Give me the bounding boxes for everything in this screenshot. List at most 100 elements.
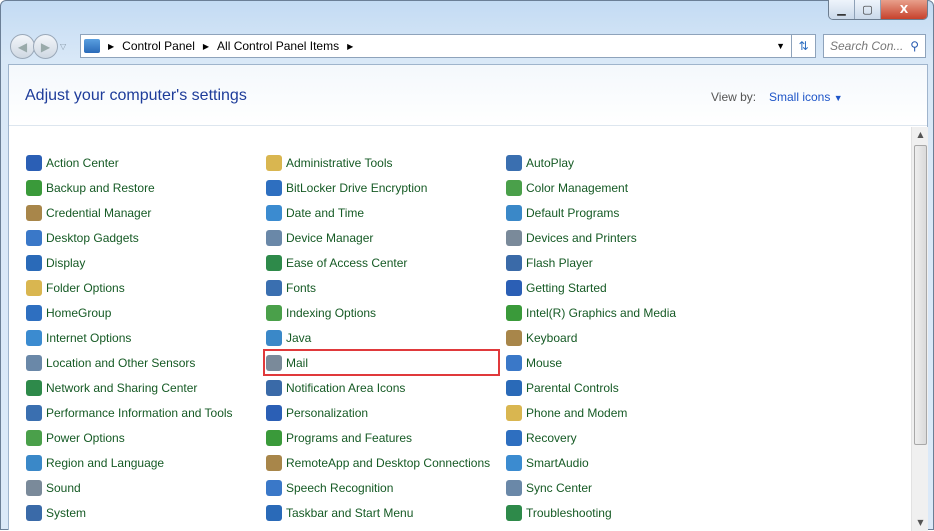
item-label: Intel(R) Graphics and Media <box>526 306 677 320</box>
minimize-button[interactable]: ▁ <box>829 0 855 19</box>
item-label: HomeGroup <box>46 306 112 320</box>
chevron-right-icon[interactable]: ▶ <box>347 42 353 51</box>
item-label: Network and Sharing Center <box>46 381 198 395</box>
flash-player-icon <box>506 255 522 271</box>
item-java[interactable]: Java <box>266 328 311 348</box>
item-administrative-tools[interactable]: Administrative Tools <box>266 153 393 173</box>
item-label: Device Manager <box>286 231 374 245</box>
close-button[interactable]: X <box>881 0 927 19</box>
folder-options-icon <box>26 280 42 296</box>
address-bar[interactable]: ▶ Control Panel ▶ All Control Panel Item… <box>80 34 792 58</box>
item-network-and-sharing-center[interactable]: Network and Sharing Center <box>26 378 197 398</box>
mouse-icon <box>506 355 522 371</box>
refresh-button[interactable]: ⇅ <box>792 34 816 58</box>
chevron-right-icon[interactable]: ▶ <box>203 42 209 51</box>
item-sync-center[interactable]: Sync Center <box>506 478 592 498</box>
item-intel-r-graphics-and-media[interactable]: Intel(R) Graphics and Media <box>506 303 676 323</box>
item-speech-recognition[interactable]: Speech Recognition <box>266 478 393 498</box>
item-desktop-gadgets[interactable]: Desktop Gadgets <box>26 228 139 248</box>
item-label: Parental Controls <box>526 381 619 395</box>
item-personalization[interactable]: Personalization <box>266 403 368 423</box>
troubleshooting-icon <box>506 505 522 521</box>
system-icon <box>26 505 42 521</box>
vertical-scrollbar[interactable]: ▲ ▼ <box>911 127 928 531</box>
item-label: Region and Language <box>46 456 165 470</box>
control-panel-icon <box>84 39 100 53</box>
item-getting-started[interactable]: Getting Started <box>506 278 607 298</box>
item-fonts[interactable]: Fonts <box>266 278 316 298</box>
back-button[interactable]: ◀ <box>10 34 35 59</box>
bitlocker-drive-encryption-icon <box>266 180 282 196</box>
item-label: Performance Information and Tools <box>46 406 233 420</box>
homegroup-icon <box>26 305 42 321</box>
default-programs-icon <box>506 205 522 221</box>
scroll-down-icon[interactable]: ▼ <box>912 515 929 531</box>
item-taskbar-and-start-menu[interactable]: Taskbar and Start Menu <box>266 503 413 523</box>
item-action-center[interactable]: Action Center <box>26 153 119 173</box>
notification-area-icons-icon <box>266 380 282 396</box>
item-credential-manager[interactable]: Credential Manager <box>26 203 151 223</box>
item-flash-player[interactable]: Flash Player <box>506 253 593 273</box>
breadcrumb-control-panel[interactable]: Control Panel <box>122 39 195 53</box>
search-icon[interactable]: ⚲ <box>910 39 919 53</box>
item-label: Fonts <box>286 281 317 295</box>
scroll-up-icon[interactable]: ▲ <box>912 127 929 143</box>
item-recovery[interactable]: Recovery <box>506 428 577 448</box>
sound-icon <box>26 480 42 496</box>
forward-button[interactable]: ▶ <box>33 34 58 59</box>
item-phone-and-modem[interactable]: Phone and Modem <box>506 403 627 423</box>
item-device-manager[interactable]: Device Manager <box>266 228 373 248</box>
item-label: Administrative Tools <box>286 156 393 170</box>
maximize-button[interactable]: ▢ <box>855 0 881 19</box>
item-folder-options[interactable]: Folder Options <box>26 278 125 298</box>
item-label: Java <box>286 331 312 345</box>
item-label: Action Center <box>46 156 119 170</box>
item-region-and-language[interactable]: Region and Language <box>26 453 164 473</box>
search-input[interactable]: Search Con... ⚲ <box>823 34 926 58</box>
item-color-management[interactable]: Color Management <box>506 178 628 198</box>
window-controls: ▁ ▢ X <box>828 0 928 20</box>
java-icon <box>266 330 282 346</box>
item-autoplay[interactable]: AutoPlay <box>506 153 574 173</box>
region-and-language-icon <box>26 455 42 471</box>
view-by-dropdown[interactable]: Small icons ▼ <box>769 90 843 104</box>
smartaudio-icon <box>506 455 522 471</box>
item-system[interactable]: System <box>26 503 86 523</box>
nav-buttons: ◀ ▶ ▽ <box>10 34 66 59</box>
item-default-programs[interactable]: Default Programs <box>506 203 619 223</box>
scrollbar-thumb[interactable] <box>914 145 927 445</box>
item-remoteapp-and-desktop-connections[interactable]: RemoteApp and Desktop Connections <box>266 453 490 473</box>
item-power-options[interactable]: Power Options <box>26 428 125 448</box>
item-bitlocker-drive-encryption[interactable]: BitLocker Drive Encryption <box>266 178 427 198</box>
item-troubleshooting[interactable]: Troubleshooting <box>506 503 612 523</box>
recent-pages-icon[interactable]: ▽ <box>60 42 66 51</box>
speech-recognition-icon <box>266 480 282 496</box>
item-sound[interactable]: Sound <box>26 478 81 498</box>
item-ease-of-access-center[interactable]: Ease of Access Center <box>266 253 407 273</box>
item-performance-information-and-tools[interactable]: Performance Information and Tools <box>26 403 233 423</box>
item-programs-and-features[interactable]: Programs and Features <box>266 428 412 448</box>
item-keyboard[interactable]: Keyboard <box>506 328 577 348</box>
address-dropdown-icon[interactable]: ▼ <box>776 41 785 51</box>
item-mouse[interactable]: Mouse <box>506 353 562 373</box>
fonts-icon <box>266 280 282 296</box>
item-homegroup[interactable]: HomeGroup <box>26 303 111 323</box>
breadcrumb-all-items[interactable]: All Control Panel Items <box>217 39 339 53</box>
item-parental-controls[interactable]: Parental Controls <box>506 378 619 398</box>
item-display[interactable]: Display <box>26 253 85 273</box>
display-icon <box>26 255 42 271</box>
item-smartaudio[interactable]: SmartAudio <box>506 453 589 473</box>
item-label: Ease of Access Center <box>286 256 408 270</box>
item-notification-area-icons[interactable]: Notification Area Icons <box>266 378 405 398</box>
item-devices-and-printers[interactable]: Devices and Printers <box>506 228 637 248</box>
item-backup-and-restore[interactable]: Backup and Restore <box>26 178 155 198</box>
view-by-value: Small icons <box>769 90 831 104</box>
item-label: Recovery <box>526 431 577 445</box>
item-label: Sync Center <box>526 481 593 495</box>
item-label: Desktop Gadgets <box>46 231 139 245</box>
item-date-and-time[interactable]: Date and Time <box>266 203 364 223</box>
item-location-and-other-sensors[interactable]: Location and Other Sensors <box>26 353 195 373</box>
chevron-right-icon[interactable]: ▶ <box>108 42 114 51</box>
item-internet-options[interactable]: Internet Options <box>26 328 131 348</box>
item-indexing-options[interactable]: Indexing Options <box>266 303 376 323</box>
